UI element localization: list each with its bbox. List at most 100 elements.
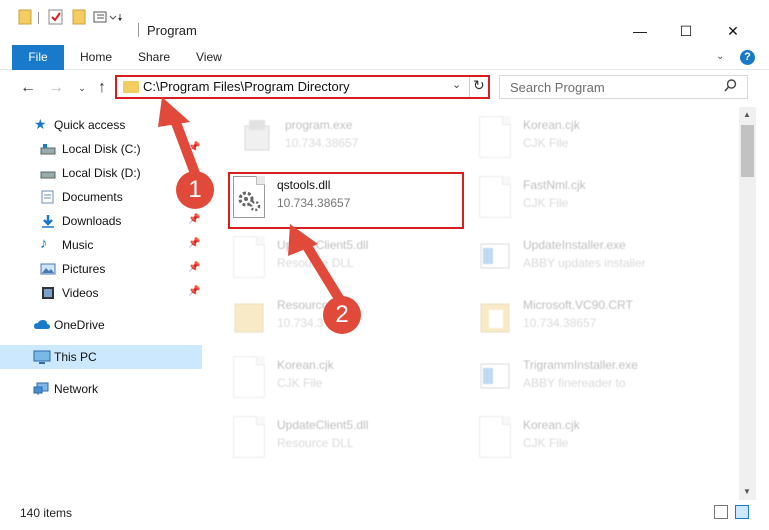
sidebar-item-onedrive[interactable]: OneDrive bbox=[0, 313, 202, 337]
file-name: program.exe bbox=[285, 118, 353, 132]
sidebar-item-local-disk-d[interactable]: Local Disk (D:) bbox=[0, 161, 202, 185]
close-button[interactable]: ✕ bbox=[710, 22, 756, 40]
maximize-button[interactable]: ☐ bbox=[663, 22, 709, 40]
sidebar-item-music[interactable]: ♪ Music 📌 bbox=[0, 233, 202, 257]
pin-icon[interactable]: 📌 bbox=[188, 238, 200, 249]
document-icon bbox=[233, 356, 265, 398]
tab-share[interactable]: Share bbox=[138, 45, 170, 70]
folder-icon bbox=[479, 296, 511, 338]
refresh-icon[interactable]: ↻ bbox=[473, 77, 485, 94]
documents-icon bbox=[40, 190, 56, 204]
new-folder-icon[interactable] bbox=[72, 9, 86, 29]
address-path[interactable]: C:\Program Files\Program Directory bbox=[143, 79, 350, 94]
file-item[interactable]: Korean.cjk CJK File bbox=[473, 110, 713, 166]
file-detail: ABBY finereader to bbox=[523, 376, 626, 390]
divider bbox=[138, 23, 139, 37]
sidebar-item-label: OneDrive bbox=[54, 318, 105, 332]
sidebar-item-label: This PC bbox=[54, 350, 97, 364]
file-name: UpdateClient5.dll bbox=[277, 238, 369, 252]
pin-icon[interactable]: 📌 bbox=[188, 142, 200, 153]
tab-home[interactable]: Home bbox=[80, 45, 112, 70]
dll-gear-icon bbox=[233, 416, 265, 458]
file-item[interactable]: FastNml.cjk CJK File bbox=[473, 170, 713, 226]
up-arrow-icon[interactable]: ↑ bbox=[92, 79, 112, 97]
recent-locations-icon[interactable]: ⌄ bbox=[72, 79, 92, 97]
file-item[interactable]: Korean.cjk CJK File bbox=[227, 350, 467, 406]
drive-icon bbox=[40, 166, 56, 180]
sidebar-item-label: Quick access bbox=[54, 118, 126, 132]
dll-gear-icon bbox=[233, 236, 265, 278]
file-detail: Resource DLL bbox=[277, 436, 354, 450]
properties-icon[interactable] bbox=[48, 9, 64, 29]
large-icons-view-icon[interactable] bbox=[735, 505, 749, 519]
exe-icon bbox=[241, 116, 273, 158]
expand-ribbon-icon[interactable]: ⌄ bbox=[716, 51, 724, 62]
file-name: Korean.cjk bbox=[523, 118, 580, 132]
file-name: FastNml.cjk bbox=[523, 178, 586, 192]
help-icon[interactable]: ? bbox=[740, 50, 755, 65]
file-item[interactable]: UpdateClient5.dll Resource DLL bbox=[227, 230, 467, 286]
file-detail: CJK File bbox=[277, 376, 323, 390]
sidebar-item-pictures[interactable]: Pictures 📌 bbox=[0, 257, 202, 281]
search-input[interactable]: Search Program bbox=[499, 75, 748, 99]
sidebar-item-label: Music bbox=[62, 238, 94, 252]
ribbon: File Home Share View ⌄ ? bbox=[0, 45, 769, 70]
chevron-down-icon[interactable]: ⌄ bbox=[452, 78, 461, 91]
back-arrow-icon[interactable]: ← bbox=[18, 79, 38, 97]
scrollbar-thumb[interactable] bbox=[741, 125, 754, 177]
sidebar-item-documents[interactable]: Documents 📌 bbox=[0, 185, 202, 209]
file-name: Microsoft.VC90.CRT bbox=[523, 298, 633, 312]
highlight-box bbox=[228, 172, 464, 229]
sidebar-item-videos[interactable]: Videos 📌 bbox=[0, 281, 202, 305]
file-item[interactable]: UpdateInstaller.exe ABBY updates install… bbox=[473, 230, 713, 286]
file-name: UpdateInstaller.exe bbox=[523, 238, 626, 252]
pictures-icon bbox=[40, 262, 56, 276]
tab-file[interactable]: File bbox=[12, 45, 64, 70]
file-item[interactable]: UpdateClient5.dll Resource DLL bbox=[227, 410, 467, 466]
divider bbox=[469, 77, 470, 97]
document-icon bbox=[479, 416, 511, 458]
file-name: Korean.cjk bbox=[523, 418, 580, 432]
pin-icon[interactable]: 📌 bbox=[188, 286, 200, 297]
sidebar-item-label: Videos bbox=[62, 286, 99, 300]
divider bbox=[38, 12, 39, 24]
tab-view[interactable]: View bbox=[196, 45, 222, 70]
sidebar-item-this-pc[interactable]: This PC bbox=[0, 345, 202, 369]
file-detail: 10.734.38657 bbox=[523, 316, 597, 330]
search-placeholder: Search Program bbox=[510, 80, 605, 95]
details-view-icon[interactable] bbox=[714, 505, 728, 519]
star-icon: ★ bbox=[34, 116, 47, 132]
file-detail: CJK File bbox=[523, 136, 569, 150]
file-detail: ABBY updates installer bbox=[523, 256, 646, 270]
customize-toolbar-icon[interactable] bbox=[93, 9, 123, 29]
file-item[interactable]: TrigrammInstaller.exe ABBY finereader to bbox=[473, 350, 713, 406]
file-name: Korean.cjk bbox=[277, 358, 334, 372]
scroll-down-icon[interactable]: ▼ bbox=[743, 487, 751, 496]
download-icon bbox=[40, 214, 56, 228]
file-item[interactable]: Microsoft.VC90.CRT 10.734.38657 bbox=[473, 290, 713, 346]
forward-arrow-icon[interactable]: → bbox=[46, 79, 66, 97]
navigation-bar: ← → ⌄ ↑ C:\Program Files\Program Directo… bbox=[0, 70, 769, 107]
sidebar-item-downloads[interactable]: Downloads 📌 bbox=[0, 209, 202, 233]
navigation-pane: ★ Quick access Local Disk (C:) 📌 Local D… bbox=[0, 107, 205, 500]
sidebar-item-local-disk-c[interactable]: Local Disk (C:) 📌 bbox=[0, 137, 202, 161]
file-item[interactable]: Korean.cjk CJK File bbox=[473, 410, 713, 466]
status-bar: 140 items bbox=[0, 500, 769, 530]
folder-icon bbox=[233, 296, 265, 338]
scroll-up-icon[interactable]: ▲ bbox=[743, 110, 751, 119]
pin-icon[interactable]: 📌 bbox=[188, 262, 200, 273]
file-item[interactable]: program.exe 10.734.38657 bbox=[235, 110, 475, 166]
sidebar-item-quick-access[interactable]: ★ Quick access bbox=[0, 113, 202, 137]
minimize-button[interactable]: — bbox=[617, 22, 663, 40]
sidebar-item-network[interactable]: Network bbox=[0, 377, 202, 401]
address-bar[interactable]: C:\Program Files\Program Directory ⌄ ↻ bbox=[115, 75, 490, 99]
sidebar-item-label: Documents bbox=[62, 190, 123, 204]
window-title: Program bbox=[147, 23, 197, 38]
search-icon[interactable] bbox=[724, 79, 737, 95]
installer-icon bbox=[479, 236, 511, 278]
vertical-scrollbar[interactable]: ▲ ▼ bbox=[739, 107, 756, 500]
file-detail: 10.734.3 bbox=[277, 316, 324, 330]
pin-icon[interactable]: 📌 bbox=[188, 214, 200, 225]
videos-icon bbox=[40, 286, 56, 300]
cloud-icon bbox=[33, 318, 50, 332]
